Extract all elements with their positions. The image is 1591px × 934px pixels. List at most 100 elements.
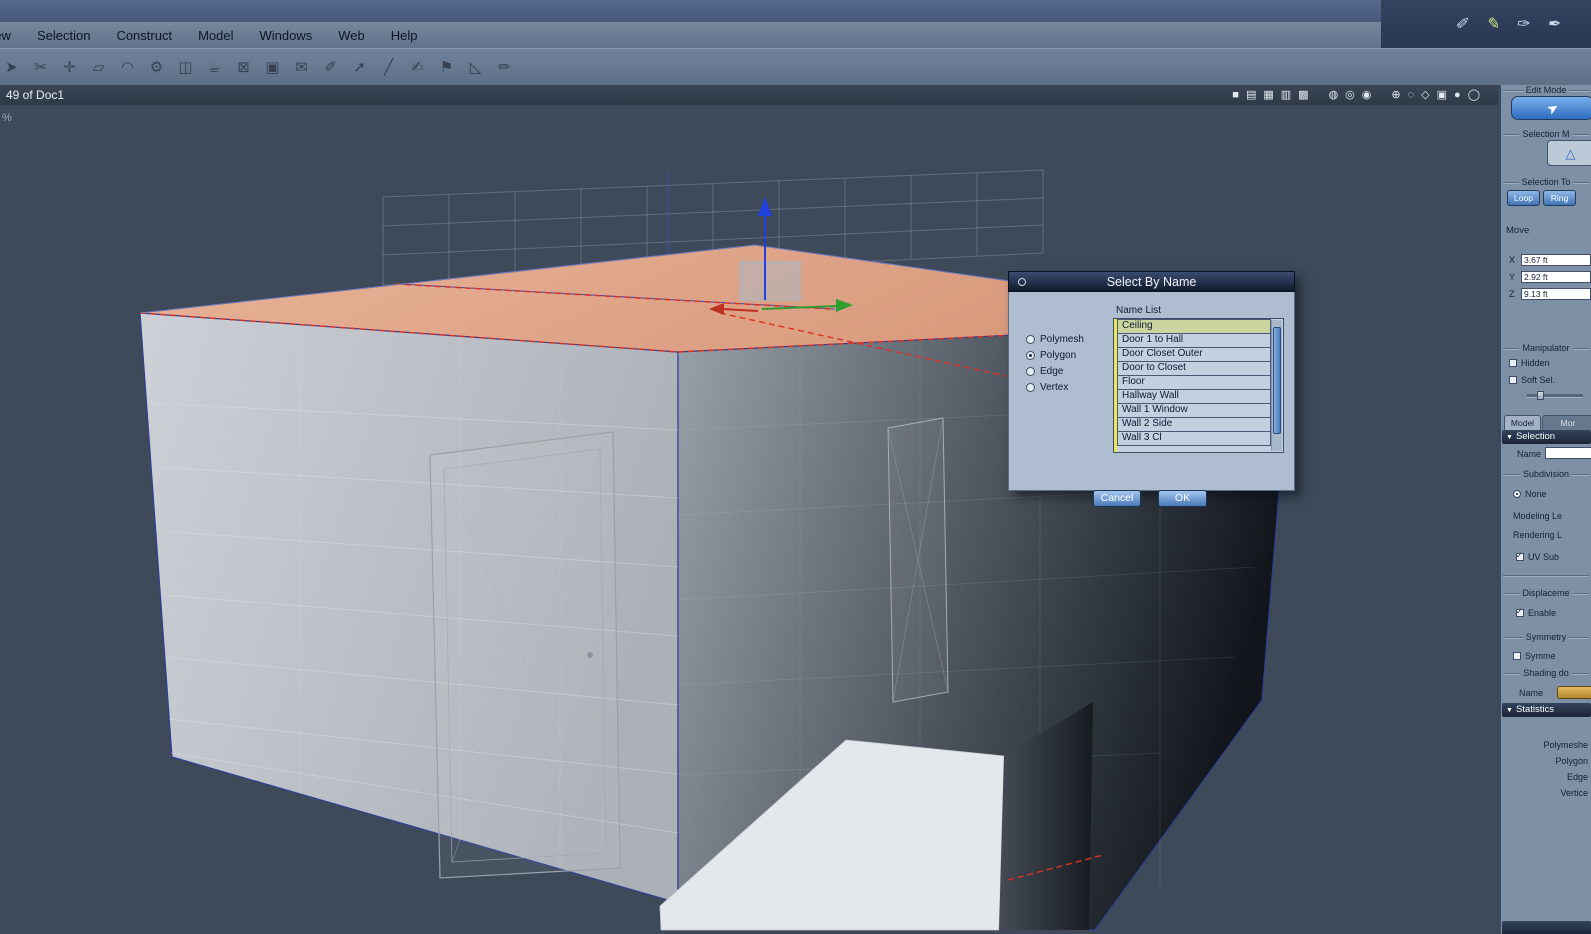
door-right-wall[interactable] bbox=[887, 417, 949, 703]
radio-polygon[interactable]: Polygon bbox=[1026, 349, 1076, 361]
light-ball-icon[interactable]: ● bbox=[1454, 85, 1461, 105]
rows-view-icon[interactable]: ▤ bbox=[1246, 85, 1256, 105]
hand-draw-tool-icon[interactable]: ✍ bbox=[408, 58, 427, 76]
dialog-title-bar[interactable]: Select By Name bbox=[1008, 271, 1295, 292]
move-y-field[interactable] bbox=[1521, 271, 1591, 283]
tab-model[interactable]: Model bbox=[1504, 415, 1541, 430]
move-x-field[interactable] bbox=[1521, 254, 1591, 266]
dome-tool-icon[interactable]: ◠ bbox=[118, 58, 137, 76]
window-tool-icon[interactable]: ◫ bbox=[176, 58, 195, 76]
cup-tool-icon[interactable]: ☕ bbox=[205, 58, 224, 76]
flag-tool-icon[interactable]: ⚑ bbox=[437, 58, 456, 76]
orbit-icon[interactable]: ⊕ bbox=[1391, 85, 1400, 105]
uv-sub-checkbox-row[interactable]: UV Sub bbox=[1516, 551, 1559, 562]
cols-view-icon[interactable]: ▥ bbox=[1281, 85, 1291, 105]
outline-ball-icon[interactable]: ◯ bbox=[1468, 85, 1480, 105]
symmetry-checkbox[interactable] bbox=[1513, 652, 1521, 660]
cancel-button[interactable]: Cancel bbox=[1093, 490, 1141, 507]
uv-sub-checkbox[interactable] bbox=[1516, 551, 1524, 561]
list-item[interactable]: Wall 2 Side bbox=[1117, 417, 1271, 432]
triangle-tool-icon[interactable]: ◺ bbox=[466, 58, 485, 76]
dotted-circle-icon[interactable]: ◌ bbox=[1408, 85, 1415, 105]
radio-vertex[interactable]: Vertex bbox=[1026, 381, 1068, 393]
soft-sel-checkbox-row[interactable]: Soft Sel. bbox=[1509, 375, 1555, 385]
snap-tool-icon[interactable]: ✛ bbox=[60, 58, 79, 76]
grid-view-icon[interactable]: ▦ bbox=[1263, 85, 1273, 105]
pencil-tool-icon[interactable]: ✐ bbox=[321, 58, 340, 76]
dialog-system-icon[interactable] bbox=[1018, 278, 1026, 286]
door-left-wall[interactable] bbox=[429, 431, 621, 879]
move-x-label: X bbox=[1509, 255, 1516, 265]
hidden-checkbox[interactable] bbox=[1509, 359, 1517, 367]
list-item[interactable]: Ceiling bbox=[1117, 319, 1271, 334]
enable-checkbox[interactable] bbox=[1516, 607, 1524, 617]
menu-web[interactable]: Web bbox=[325, 28, 378, 43]
menu-windows[interactable]: Windows bbox=[247, 28, 326, 43]
cube-tool-icon[interactable]: ▣ bbox=[263, 58, 282, 76]
menu-help[interactable]: Help bbox=[378, 28, 431, 43]
hidden-checkbox-row[interactable]: Hidden bbox=[1509, 358, 1550, 368]
ring-button[interactable]: Ring bbox=[1543, 190, 1576, 206]
select-tool-icon[interactable]: ➤ bbox=[2, 58, 21, 76]
modeling-level-label: Modeling Le bbox=[1513, 511, 1563, 521]
menu-model[interactable]: Model bbox=[185, 28, 246, 43]
bottom-section-header[interactable] bbox=[1502, 921, 1591, 934]
single-view-icon[interactable]: ■ bbox=[1232, 85, 1239, 105]
viewport-3d-scene[interactable] bbox=[0, 85, 1498, 934]
wire-ball-icon[interactable]: ◎ bbox=[1345, 85, 1355, 105]
loop-button[interactable]: Loop bbox=[1507, 190, 1540, 206]
list-item[interactable]: Wall 3 Cl bbox=[1117, 431, 1271, 446]
selection-mode-button[interactable]: △ bbox=[1547, 140, 1591, 166]
name-field[interactable] bbox=[1545, 447, 1591, 459]
move-z-field[interactable] bbox=[1521, 288, 1591, 300]
tab-morph[interactable]: Mor bbox=[1542, 415, 1591, 430]
scrollbar-thumb[interactable] bbox=[1273, 327, 1281, 434]
pen-select-tool-icon[interactable]: ✑ bbox=[1516, 14, 1532, 34]
list-item[interactable]: Floor bbox=[1117, 375, 1271, 390]
none-radio-row[interactable]: None bbox=[1513, 489, 1547, 499]
list-item[interactable]: Wall 1 Window bbox=[1117, 403, 1271, 418]
door-knob bbox=[587, 652, 593, 658]
cut-tool-icon[interactable]: ✂ bbox=[31, 58, 50, 76]
list-item[interactable]: Door 1 to Hall bbox=[1117, 333, 1271, 348]
diamond-view-icon[interactable]: ◇ bbox=[1421, 85, 1429, 105]
cube-view-icon[interactable]: ▣ bbox=[1437, 85, 1447, 105]
quad-view-icon[interactable]: ▩ bbox=[1298, 85, 1308, 105]
list-item[interactable]: Hallway Wall bbox=[1117, 389, 1271, 404]
shading-name-button[interactable] bbox=[1557, 686, 1591, 699]
delete-tool-icon[interactable]: ⊠ bbox=[234, 58, 253, 76]
radio-polymesh[interactable]: Polymesh bbox=[1026, 333, 1084, 345]
freehand-select-tool-icon[interactable]: ✎ bbox=[1485, 14, 1502, 34]
menu-construct[interactable]: Construct bbox=[103, 28, 185, 43]
list-item[interactable]: Door Closet Outer bbox=[1117, 347, 1271, 362]
ink-select-tool-icon[interactable]: ✒ bbox=[1546, 14, 1562, 34]
none-radio[interactable] bbox=[1513, 490, 1521, 498]
arrow-up-tool-icon[interactable]: ➚ bbox=[350, 58, 369, 76]
plane-handle[interactable] bbox=[739, 261, 801, 301]
ok-button[interactable]: OK bbox=[1158, 490, 1207, 507]
menu-selection[interactable]: Selection bbox=[24, 28, 103, 43]
subdivision-section-label: Subdivision bbox=[1501, 469, 1591, 479]
shaded-ball-icon[interactable]: ◍ bbox=[1329, 85, 1339, 105]
selection-section-header[interactable]: ▼ Selection bbox=[1502, 430, 1591, 444]
statistics-section-header[interactable]: ▼ Statistics bbox=[1502, 703, 1591, 717]
soft-sel-slider[interactable] bbox=[1527, 391, 1583, 400]
menu-view[interactable]: View bbox=[0, 28, 24, 43]
axis-y-arrow[interactable] bbox=[758, 197, 772, 216]
soft-sel-checkbox[interactable] bbox=[1509, 376, 1517, 384]
pen-tool-icon[interactable]: ✏ bbox=[495, 58, 514, 76]
line-tool-icon[interactable]: ╱ bbox=[379, 58, 398, 76]
edit-mode-button[interactable]: ➤ bbox=[1511, 96, 1591, 120]
list-item[interactable]: Door to Closet bbox=[1117, 361, 1271, 376]
stat-edges-label: Edge bbox=[1566, 772, 1588, 782]
rect-tool-icon[interactable]: ▱ bbox=[89, 58, 108, 76]
soft-sel-slider-thumb[interactable] bbox=[1537, 391, 1544, 400]
envelope-tool-icon[interactable]: ✉ bbox=[292, 58, 311, 76]
settings-tool-icon[interactable]: ⚙ bbox=[147, 58, 166, 76]
list-scrollbar[interactable] bbox=[1271, 320, 1282, 451]
textured-ball-icon[interactable]: ◉ bbox=[1362, 85, 1372, 105]
lasso-tool-icon[interactable]: ✐ bbox=[1455, 14, 1471, 34]
enable-checkbox-row[interactable]: Enable bbox=[1516, 607, 1556, 618]
radio-edge[interactable]: Edge bbox=[1026, 365, 1063, 377]
symmetry-checkbox-row[interactable]: Symme bbox=[1513, 651, 1556, 661]
